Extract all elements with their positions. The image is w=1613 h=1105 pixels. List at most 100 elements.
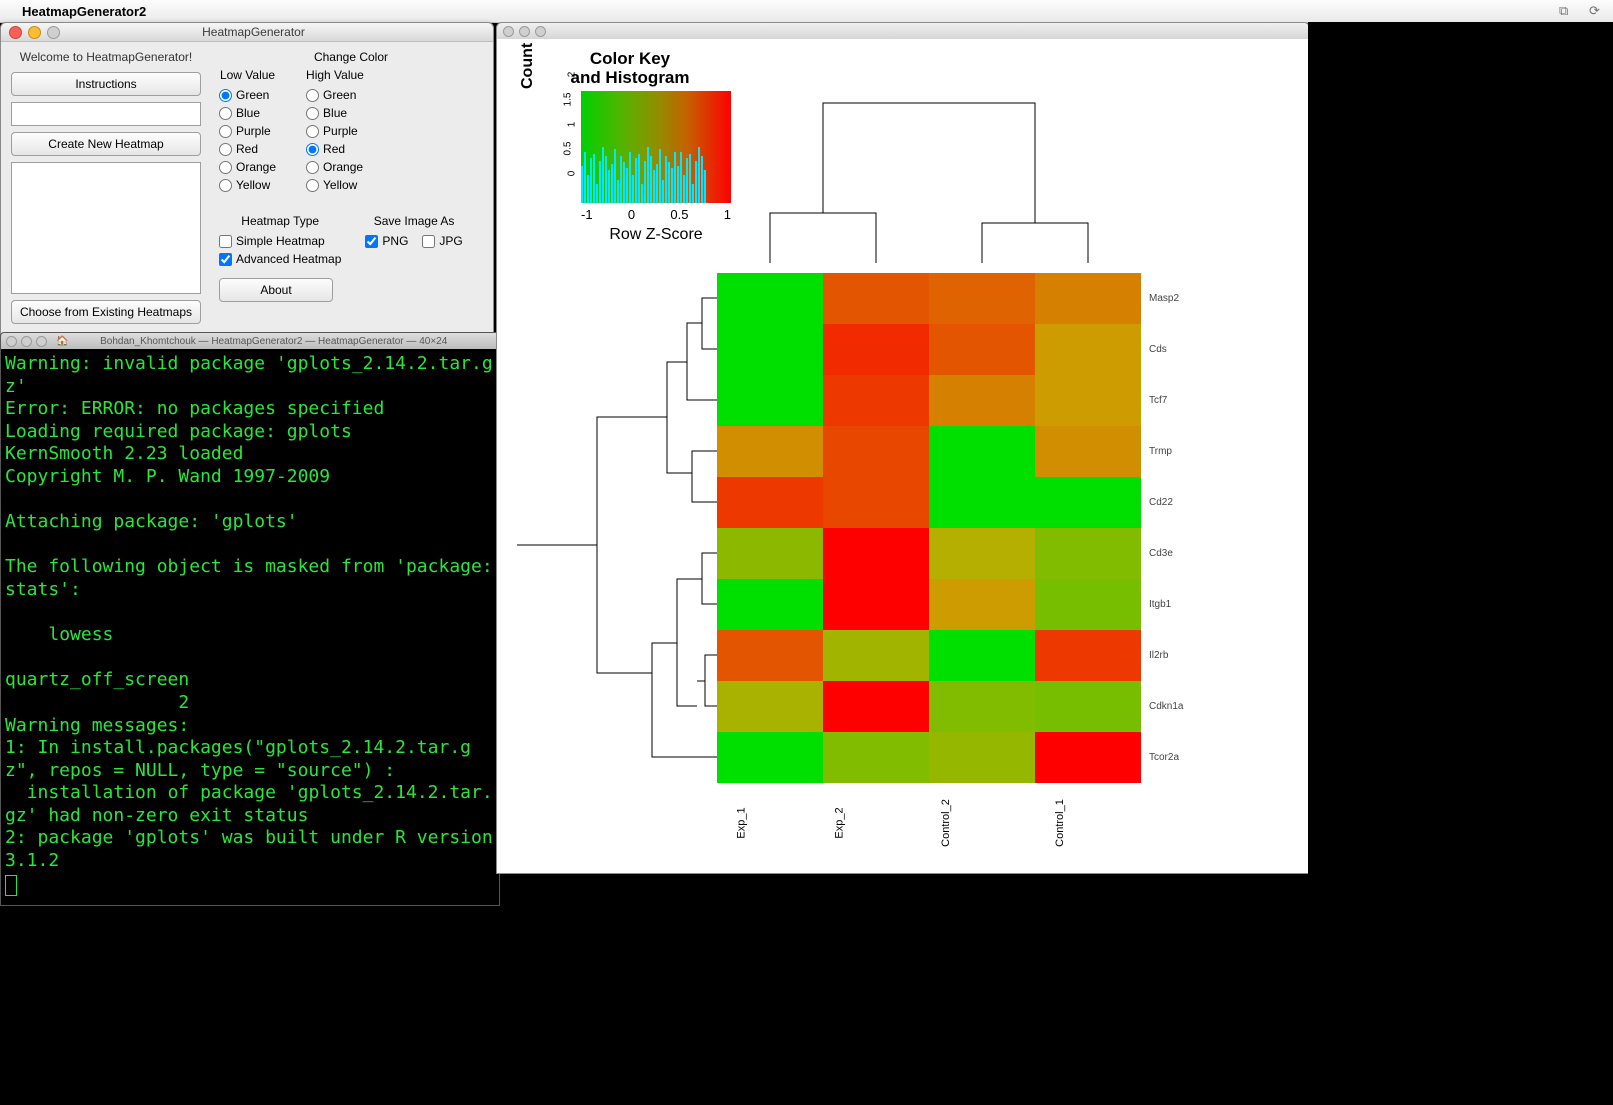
heatmap-cell (823, 477, 929, 528)
terminal-titlebar: 🏠 Bohdan_Khomtchouk — HeatmapGenerator2 … (1, 333, 499, 349)
existing-heatmaps-listbox[interactable] (11, 162, 201, 294)
heatmap-cell (1035, 528, 1141, 579)
heatmap-cell (1035, 681, 1141, 732)
row-label: Trmp (1149, 446, 1183, 457)
heatmap-column-labels: Exp_1Exp_2Control_2Control_1 (717, 793, 1141, 853)
control-window-title: HeatmapGenerator (68, 25, 439, 39)
heatmap-cell (1035, 273, 1141, 324)
desktop-background-right (1308, 22, 1613, 1105)
heatmap-cell (929, 528, 1035, 579)
low-blue-radio[interactable]: Blue (219, 106, 276, 120)
save-png-checkbox[interactable]: PNG (365, 234, 408, 248)
heatmap-cell (717, 732, 823, 783)
heatmap-cell (929, 426, 1035, 477)
heatmap-row-labels: Masp2CdsTcf7TrmpCd22Cd3eItgb1Il2rbCdkn1a… (1149, 273, 1183, 783)
row-label: Itgb1 (1149, 599, 1183, 610)
save-jpg-checkbox[interactable]: JPG (422, 234, 462, 248)
column-label: Exp_1 (736, 807, 796, 838)
color-key-yticks: 21.510.50 (553, 69, 575, 179)
high-red-radio[interactable]: Red (306, 142, 364, 156)
heatmap-cell (1035, 477, 1141, 528)
high-blue-radio[interactable]: Blue (306, 106, 364, 120)
mac-menubar: HeatmapGenerator2 ⧉ ⟳ (0, 0, 1613, 23)
heatmap-cell (1035, 324, 1141, 375)
low-yellow-radio[interactable]: Yellow (219, 178, 276, 192)
about-button[interactable]: About (219, 278, 333, 302)
heatmap-cell (823, 630, 929, 681)
terminal-window: 🏠 Bohdan_Khomtchouk — HeatmapGenerator2 … (0, 332, 500, 906)
instructions-button[interactable]: Instructions (11, 72, 201, 96)
hm-close-icon[interactable] (503, 26, 514, 37)
row-label: Cds (1149, 344, 1183, 355)
low-purple-radio[interactable]: Purple (219, 124, 276, 138)
heatmap-cell (823, 273, 929, 324)
heatmap-cell (1035, 579, 1141, 630)
row-label: Il2rb (1149, 650, 1183, 661)
terminal-output[interactable]: Warning: invalid package 'gplots_2.14.2.… (1, 349, 499, 906)
column-label: Control_1 (1054, 799, 1114, 847)
welcome-label: Welcome to HeatmapGenerator! (11, 50, 201, 64)
heatmap-cell (929, 375, 1035, 426)
row-label: Cd3e (1149, 548, 1183, 559)
app-name[interactable]: HeatmapGenerator2 (22, 4, 146, 19)
window-zoom-icon[interactable] (47, 26, 60, 39)
color-key-histogram (581, 147, 731, 203)
heatmap-cell (717, 579, 823, 630)
control-window: HeatmapGenerator Welcome to HeatmapGener… (0, 22, 494, 339)
control-window-titlebar: HeatmapGenerator (1, 23, 493, 42)
color-key-xlabel: Row Z-Score (581, 226, 731, 244)
heatmap-cell (929, 579, 1035, 630)
row-label: Tcor2a (1149, 752, 1183, 763)
heatmap-cell (823, 375, 929, 426)
advanced-heatmap-checkbox[interactable]: Advanced Heatmap (219, 252, 341, 266)
heatmap-cell (929, 732, 1035, 783)
low-red-radio[interactable]: Red (219, 142, 276, 156)
heatmap-cell (1035, 375, 1141, 426)
save-image-label: Save Image As (365, 214, 462, 228)
high-purple-radio[interactable]: Purple (306, 124, 364, 138)
low-value-label: Low Value (219, 68, 276, 82)
term-close-icon[interactable] (6, 336, 17, 347)
heatmap-cell (929, 273, 1035, 324)
heatmap-cell (823, 426, 929, 477)
heatmap-cell (717, 324, 823, 375)
sync-tray-icon[interactable]: ⟳ (1589, 3, 1605, 19)
heatmap-grid (717, 273, 1141, 783)
color-key-gradient (581, 91, 731, 203)
save-image-group: Save Image As PNG JPG (365, 214, 462, 266)
row-label: Cdkn1a (1149, 701, 1183, 712)
term-zoom-icon[interactable] (36, 336, 47, 347)
generic-tray-icon[interactable]: ⧉ (1559, 3, 1575, 19)
row-label: Cd22 (1149, 497, 1183, 508)
row-label: Tcf7 (1149, 395, 1183, 406)
heatmap-cell (929, 324, 1035, 375)
choose-existing-button[interactable]: Choose from Existing Heatmaps (11, 300, 201, 324)
column-label: Control_2 (940, 799, 1000, 847)
hm-minimize-icon[interactable] (519, 26, 530, 37)
heatmap-cell (823, 528, 929, 579)
high-yellow-radio[interactable]: Yellow (306, 178, 364, 192)
heatmap-type-group: Heatmap Type Simple Heatmap Advanced Hea… (219, 214, 341, 266)
column-dendrogram (717, 83, 1141, 263)
row-dendrogram (507, 273, 717, 783)
hm-zoom-icon[interactable] (535, 26, 546, 37)
heatmap-cell (717, 273, 823, 324)
heatmap-titlebar (497, 23, 1309, 39)
heatmap-cell (929, 630, 1035, 681)
create-heatmap-button[interactable]: Create New Heatmap (11, 132, 201, 156)
heatmap-cell (823, 732, 929, 783)
heatmap-cell (717, 375, 823, 426)
terminal-title: Bohdan_Khomtchouk — HeatmapGenerator2 — … (68, 336, 479, 347)
window-minimize-icon[interactable] (28, 26, 41, 39)
low-value-group: Low Value Green Blue Purple Red Orange Y… (219, 68, 276, 192)
low-orange-radio[interactable]: Orange (219, 160, 276, 174)
heatmap-cell (823, 681, 929, 732)
heatmap-cell (1035, 630, 1141, 681)
term-minimize-icon[interactable] (21, 336, 32, 347)
low-green-radio[interactable]: Green (219, 88, 276, 102)
high-green-radio[interactable]: Green (306, 88, 364, 102)
window-close-icon[interactable] (9, 26, 22, 39)
simple-heatmap-checkbox[interactable]: Simple Heatmap (219, 234, 341, 248)
high-orange-radio[interactable]: Orange (306, 160, 364, 174)
filename-input[interactable] (11, 102, 201, 126)
